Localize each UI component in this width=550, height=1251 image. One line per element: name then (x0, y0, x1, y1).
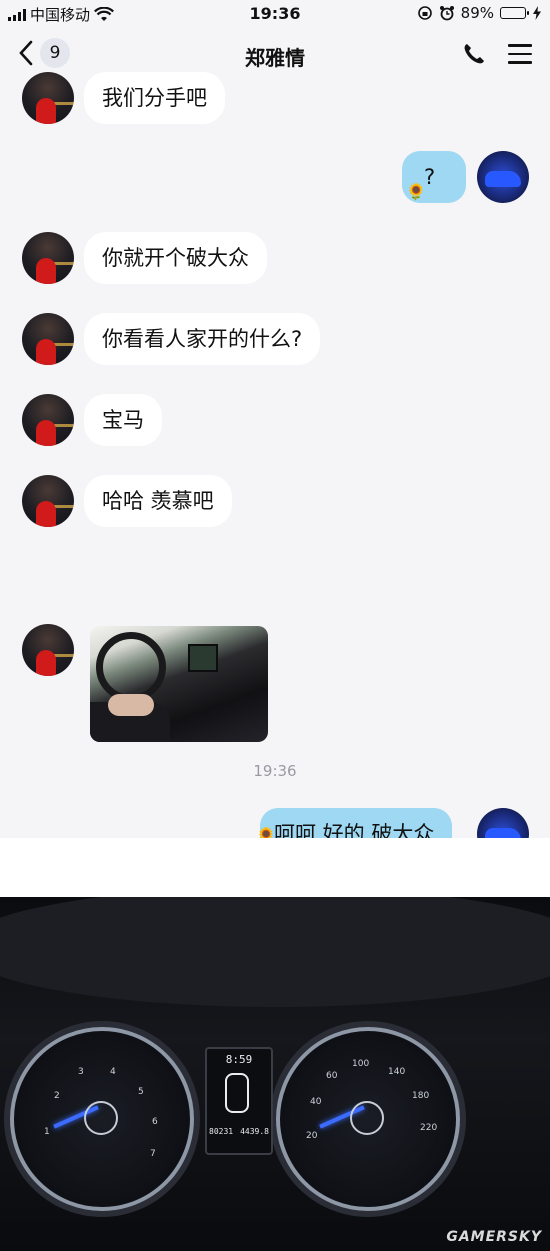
car-door-icon (225, 1073, 249, 1113)
contact-avatar[interactable] (22, 475, 74, 527)
menu-icon[interactable] (508, 44, 532, 66)
my-avatar[interactable] (477, 151, 529, 203)
message-bubble-received[interactable]: 哈哈 羡慕吧 (84, 475, 232, 527)
contact-avatar[interactable] (22, 624, 74, 676)
photo-message[interactable] (90, 626, 268, 742)
message-bubble-received[interactable]: 你看看人家开的什么? (84, 313, 321, 365)
contact-avatar[interactable] (22, 394, 74, 446)
sunflower-icon: 🌻 (406, 182, 426, 201)
message-bubble-received[interactable]: 你就开个破大众 (84, 232, 267, 284)
contact-avatar[interactable] (22, 313, 74, 365)
instrument-hood (0, 897, 550, 1007)
trip-value: 4439.8 (240, 1127, 269, 1136)
status-bar: 中国移动 19:36 89% (0, 0, 550, 28)
chat-screen: 中国移动 19:36 89% 9 郑雅情 我们分手吧 ? 🌻 你就开个破大众 你… (0, 0, 550, 838)
message-bubble-sent[interactable]: 呵呵 好的 破大众 (260, 808, 453, 838)
phone-icon[interactable] (462, 42, 486, 66)
watermark-logo: GAMERSKY (446, 1229, 542, 1245)
message-bubble-received[interactable]: 宝马 (84, 394, 162, 446)
rotation-lock-icon (417, 6, 432, 20)
battery-icon (500, 7, 529, 19)
photo-knee (108, 694, 154, 716)
speedometer-hub (350, 1101, 384, 1135)
status-bar-right: 89% (417, 4, 542, 22)
speedometer-gauge: 20 40 60 100 140 180 220 (276, 1027, 460, 1211)
contact-avatar[interactable] (22, 232, 74, 284)
photo-car-screen (188, 644, 218, 672)
tachometer-gauge: 1 2 3 4 5 6 7 (10, 1027, 194, 1211)
cluster-clock: 8:59 (225, 1053, 253, 1066)
odometer-value: 80231 (209, 1127, 234, 1136)
dashboard-photo: 1 2 3 4 5 6 7 20 40 60 100 140 180 220 (0, 897, 550, 1251)
trip-computer-display: 8:59 80231 4439.8 (205, 1047, 273, 1155)
photo-steering-wheel (96, 632, 166, 702)
battery-percent: 89% (460, 4, 494, 22)
my-avatar[interactable] (477, 808, 529, 838)
charging-icon (533, 6, 541, 20)
alarm-icon (439, 6, 454, 21)
tachometer-hub (84, 1101, 118, 1135)
message-bubble-received[interactable]: 我们分手吧 (84, 72, 225, 124)
chat-header: 9 郑雅情 (0, 28, 550, 84)
sunflower-icon: 🌻 (256, 826, 276, 838)
contact-avatar[interactable] (22, 72, 74, 124)
message-timestamp: 19:36 (253, 762, 297, 780)
